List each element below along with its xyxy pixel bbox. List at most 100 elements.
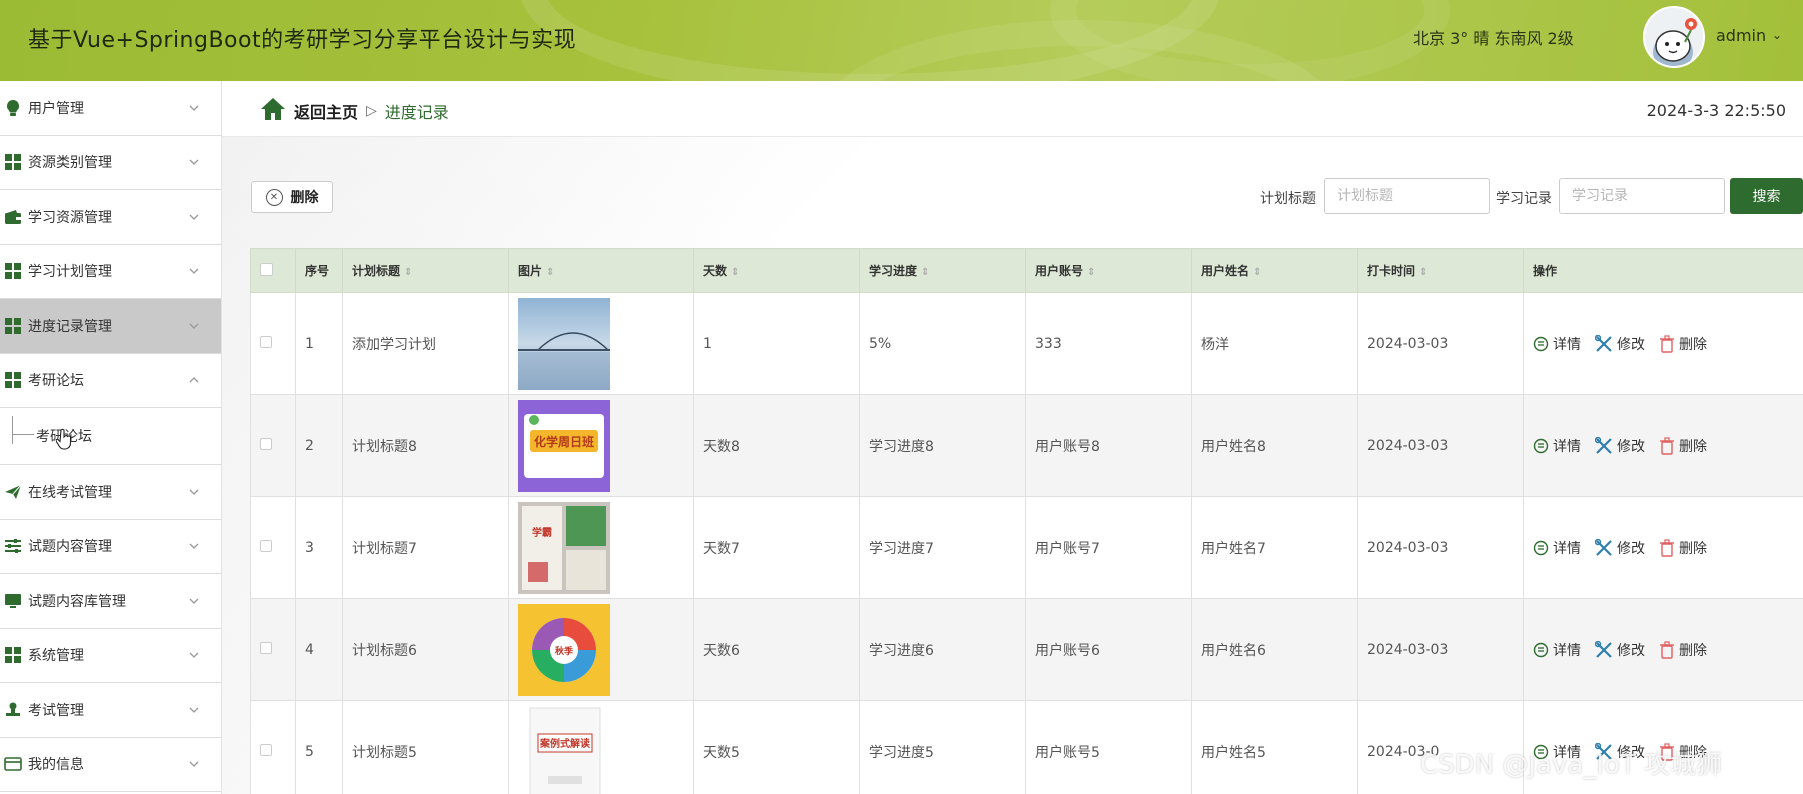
cell-no: 1 (295, 292, 343, 395)
sort-icon: ⇕ (1419, 267, 1428, 278)
filter-study-record-label: 学习记录 (1496, 191, 1552, 207)
edit-button[interactable]: 修改 (1595, 334, 1645, 354)
cell-name: 用户姓名6 (1191, 598, 1358, 701)
sidebar-item-exam[interactable]: 考试管理 (0, 683, 221, 738)
sidebar-item-progress-record[interactable]: 进度记录管理 (0, 299, 221, 354)
cell-ops: 详情 修改 删除 (1523, 394, 1803, 497)
chevron-down-icon (187, 757, 201, 771)
delete-button[interactable]: 删除 (1659, 334, 1707, 354)
sidebar-item-resource-category[interactable]: 资源类别管理 (0, 135, 221, 190)
sidebar-item-study-plan[interactable]: 学习计划管理 (0, 244, 221, 299)
sort-icon: ⇕ (921, 267, 930, 278)
breadcrumb-separator: ▷ (366, 103, 377, 119)
col-header[interactable]: 学习进度 ⇕ (859, 248, 1026, 293)
sidebar: 用户管理 资源类别管理 学习资源管理 学习计划管理 进度记录管理 考研论坛 考研… (0, 81, 222, 794)
sort-icon: ⇕ (1087, 267, 1096, 278)
sidebar-item-user-management[interactable]: 用户管理 (0, 81, 221, 136)
detail-button[interactable]: 详情 (1533, 436, 1581, 456)
chevron-down-icon (187, 703, 201, 717)
chevron-down-icon (187, 594, 201, 608)
col-header[interactable]: 用户姓名 ⇕ (1191, 248, 1358, 293)
delete-button[interactable]: 删除 (1659, 538, 1707, 558)
sidebar-subitem-forum[interactable]: 考研论坛 (0, 408, 221, 465)
sidebar-item-question-bank[interactable]: 试题内容库管理 (0, 574, 221, 629)
book-cover-thumbnail[interactable]: 案例式解读 (518, 705, 610, 794)
chevron-down-icon (187, 101, 201, 115)
app-title: 基于Vue+SpringBoot的考研学习分享平台设计与实现 (28, 28, 577, 53)
study-record-input[interactable] (1559, 178, 1725, 214)
col-header[interactable]: 天数 ⇕ (693, 248, 860, 293)
bridge-photo-thumbnail[interactable] (518, 297, 610, 390)
thumb-text: 学霸 (532, 526, 552, 539)
col-header[interactable]: 图片 ⇕ (508, 248, 694, 293)
chevron-up-icon (187, 373, 201, 387)
sidebar-item-my-info[interactable]: 我的信息 (0, 737, 221, 792)
select-all-checkbox[interactable] (260, 262, 273, 276)
edit-button[interactable]: 修改 (1595, 640, 1645, 660)
trash-icon (1660, 436, 1674, 455)
col-header[interactable]: 用户账号 ⇕ (1025, 248, 1192, 293)
detail-button[interactable]: 详情 (1533, 538, 1581, 558)
table-row: 2 计划标题8 化学周日班 天数8 学习进度8 用户账号8 用户姓名8 2024… (250, 394, 1803, 497)
chevron-down-icon[interactable]: ⌄ (1772, 28, 1782, 42)
sidebar-item-label: 我的信息 (28, 757, 84, 774)
grid-icon (4, 262, 22, 280)
sidebar-item-question-content[interactable]: 试题内容管理 (0, 519, 221, 574)
cell-days: 天数6 (693, 598, 860, 701)
cell-title: 计划标题7 (342, 496, 509, 599)
search-button[interactable]: 搜索 (1730, 178, 1803, 214)
row-checkbox[interactable] (260, 437, 272, 450)
main-content: 返回主页 ▷ 进度记录 2024-3-3 22:5:50 ✕ 删除 计划标题 学… (222, 81, 1803, 794)
chevron-down-icon (187, 648, 201, 662)
select-all-cell[interactable] (250, 248, 296, 293)
books-photo-thumbnail[interactable]: 学霸 (518, 501, 610, 594)
infographic-thumbnail[interactable]: 秋季 (518, 603, 610, 696)
user-name[interactable]: admin (1716, 26, 1766, 45)
grid-icon (4, 371, 22, 389)
edit-button[interactable]: 修改 (1595, 436, 1645, 456)
cell-name: 用户姓名8 (1191, 394, 1358, 497)
cell-image: 秋季 (508, 598, 694, 701)
cell-name: 杨洋 (1191, 292, 1358, 395)
row-checkbox[interactable] (260, 335, 272, 348)
breadcrumb-home[interactable]: 返回主页 (294, 99, 358, 123)
row-checkbox[interactable] (260, 743, 272, 756)
edit-button[interactable]: 修改 (1595, 538, 1645, 558)
col-header[interactable]: 计划标题 ⇕ (342, 248, 509, 293)
home-icon[interactable] (260, 97, 286, 125)
row-checkbox[interactable] (260, 641, 272, 654)
breadcrumb: 返回主页 ▷ 进度记录 (260, 97, 449, 125)
delete-button[interactable]: 删除 (1659, 640, 1707, 660)
sidebar-item-forum[interactable]: 考研论坛 (0, 353, 221, 408)
batch-delete-button[interactable]: ✕ 删除 (251, 181, 333, 213)
sidebar-item-learning-resource[interactable]: 学习资源管理 (0, 190, 221, 245)
sidebar-item-system[interactable]: 系统管理 (0, 628, 221, 683)
delete-button[interactable]: 删除 (1659, 436, 1707, 456)
cell-progress: 学习进度5 (859, 700, 1026, 794)
avatar[interactable] (1643, 6, 1705, 68)
col-header[interactable]: 打卡时间 ⇕ (1357, 248, 1524, 293)
detail-button[interactable]: 详情 (1533, 334, 1581, 354)
sidebar-item-label: 学习计划管理 (28, 264, 112, 281)
plan-title-input[interactable] (1324, 178, 1490, 214)
cell-time: 2024-03-03 (1357, 598, 1524, 701)
chemistry-class-thumbnail[interactable]: 化学周日班 (518, 399, 610, 492)
sidebar-item-label: 学习资源管理 (28, 209, 112, 226)
row-checkbox[interactable] (260, 539, 272, 552)
cell-days: 天数7 (693, 496, 860, 599)
table-row: 4 计划标题6 秋季 天数6 学习进度6 用户账号6 用户姓名6 2024-03… (250, 598, 1803, 701)
sidebar-item-label: 试题内容管理 (28, 539, 112, 556)
cell-time: 2024-03-03 (1357, 394, 1524, 497)
sidebar-item-label: 考研论坛 (28, 373, 84, 390)
chevron-down-icon (187, 485, 201, 499)
datetime: 2024-3-3 22:5:50 (1646, 101, 1786, 120)
progress-table: 序号 计划标题 ⇕ 图片 ⇕ 天数 ⇕ 学习进度 ⇕ 用户账号 ⇕ 用户姓名 ⇕ 打卡时间 ⇕… (250, 248, 1803, 794)
breadcrumb-current: 进度记录 (384, 103, 449, 122)
sliders-icon (4, 537, 22, 555)
table-header-row: 序号 计划标题 ⇕ 图片 ⇕ 天数 ⇕ 学习进度 ⇕ 用户账号 ⇕ 用户姓名 ⇕ 打卡时间 ⇕… (250, 248, 1803, 293)
sidebar-item-online-exam[interactable]: 在线考试管理 (0, 465, 221, 520)
cell-ops: 详情 修改 删除 (1523, 292, 1803, 395)
thumb-text: 化学周日班 (534, 434, 594, 449)
grid-icon (4, 317, 22, 335)
detail-button[interactable]: 详情 (1533, 640, 1581, 660)
